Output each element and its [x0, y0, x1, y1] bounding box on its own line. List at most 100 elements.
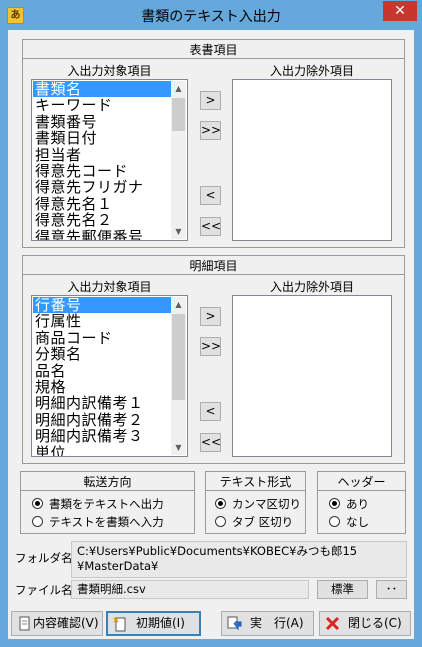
list-item[interactable]: 得意先名２	[33, 212, 171, 228]
text-format-title: テキスト形式	[219, 475, 292, 489]
detail-excluded-list[interactable]	[232, 295, 392, 457]
dialog-window: あ 書類のテキスト入出力 ✕ 表書項目 入出力対象項目 入出力除外項目 書類名キ…	[0, 0, 422, 647]
header-option-no[interactable]: なし	[329, 514, 369, 530]
header-items-group: 表書項目 入出力対象項目 入出力除外項目 書類名 キーワード 書類番号 書類日付 担当者…	[22, 39, 405, 248]
header-add-button[interactable]: >	[200, 91, 221, 110]
list-item[interactable]: 品名	[33, 363, 171, 379]
group-divider	[206, 490, 305, 491]
standard-button[interactable]: 標準	[317, 580, 368, 599]
header-included-items: 書類名 キーワード 書類番号 書類日付 担当者 得意先コード 得意先フリガナ 得意先名１ 得意先…	[33, 81, 171, 240]
direction-option-export[interactable]: 書類をテキストへ出力	[32, 496, 164, 512]
scroll-down-icon[interactable]: ▼	[171, 440, 186, 455]
format-option-comma[interactable]: カンマ区切り	[215, 496, 301, 512]
format-option-label: タブ 区切り	[232, 515, 294, 529]
direction-group: 転送方向 書類をテキストへ出力 テキストを書類へ入力	[20, 471, 195, 534]
list-item[interactable]: 書類日付	[33, 130, 171, 146]
new-document-icon	[113, 617, 126, 632]
header-items-title: 表書項目	[189, 43, 238, 57]
file-name-field[interactable]: 書類明細.csv	[71, 580, 309, 599]
header-excluded-label: 入出力除外項目	[269, 64, 354, 78]
radio-selected-icon[interactable]	[32, 498, 43, 509]
list-item[interactable]: 商品コード	[33, 330, 171, 346]
list-item[interactable]: 得意先郵便番号	[33, 229, 171, 240]
detail-add-button[interactable]: >	[200, 307, 221, 326]
list-item[interactable]: 分類名	[33, 346, 171, 362]
dialog-client: 表書項目 入出力対象項目 入出力除外項目 書類名 キーワード 書類番号 書類日付 担当者…	[8, 30, 414, 639]
browse-button[interactable]: ･･	[376, 580, 407, 599]
list-item[interactable]: 得意先フリガナ	[33, 179, 171, 195]
detail-items-title: 明細項目	[189, 259, 238, 273]
radio-icon[interactable]	[329, 516, 340, 527]
header-included-scrollbar[interactable]: ▲ ▼	[171, 81, 186, 239]
list-item[interactable]: 規格	[33, 379, 171, 395]
detail-included-list[interactable]: 行番号 行属性 商品コード 分類名 品名 規格 明細内訳備考１ 明細内訳備考２ 明細内訳備考３ 単…	[31, 295, 188, 457]
detail-included-label: 入出力対象項目	[67, 280, 152, 294]
list-item[interactable]: キーワード	[33, 97, 171, 113]
header-option-yes[interactable]: あり	[329, 496, 369, 512]
format-option-tab[interactable]: タブ 区切り	[215, 514, 293, 530]
direction-title: 転送方向	[83, 475, 132, 489]
folder-path-line-1: C:¥Users¥Public¥Documents¥KOBEC¥みつも郎15	[77, 544, 358, 558]
radio-selected-icon[interactable]	[215, 498, 226, 509]
list-item[interactable]: 行属性	[33, 313, 171, 329]
scroll-thumb[interactable]	[172, 314, 185, 400]
detail-items-group: 明細項目 入出力対象項目 入出力除外項目 行番号 行属性 商品コード 分類名 品名 規格明…	[22, 255, 405, 464]
scroll-up-icon[interactable]: ▲	[171, 297, 186, 312]
execute-label: 実 行(A)	[250, 616, 304, 630]
detail-remove-all-button[interactable]: <<	[200, 433, 221, 452]
window-title: 書類のテキスト入出力	[141, 9, 281, 25]
file-label: ファイル名:	[15, 583, 77, 597]
confirm-content-button[interactable]: 内容確認(V)	[11, 611, 103, 636]
detail-included-scrollbar[interactable]: ▲ ▼	[171, 297, 186, 455]
file-name-value: 書類明細.csv	[77, 582, 146, 596]
header-option-title: ヘッダー	[337, 475, 386, 489]
close-x-icon	[325, 616, 340, 631]
detail-included-items: 行番号 行属性 商品コード 分類名 品名 規格 明細内訳備考１ 明細内訳備考２ 明細内訳備考３ 単…	[33, 297, 171, 456]
scroll-down-icon[interactable]: ▼	[171, 224, 186, 239]
header-add-all-button[interactable]: >>	[200, 121, 221, 140]
list-item[interactable]: 得意先名１	[33, 196, 171, 212]
direction-option-label: 書類をテキストへ出力	[49, 497, 164, 511]
list-item[interactable]: 担当者	[33, 147, 171, 163]
header-remove-button[interactable]: <	[200, 186, 221, 205]
list-item[interactable]: 明細内訳備考２	[33, 412, 171, 428]
import-arrow-icon	[227, 616, 242, 631]
list-item[interactable]: 明細内訳備考３	[33, 428, 171, 444]
list-item[interactable]: 書類番号	[33, 114, 171, 130]
scroll-up-icon[interactable]: ▲	[171, 81, 186, 96]
execute-button[interactable]: 実 行(A)	[221, 611, 314, 636]
text-format-group: テキスト形式 カンマ区切り タブ 区切り	[205, 471, 306, 534]
format-option-label: カンマ区切り	[232, 497, 301, 511]
detail-add-all-button[interactable]: >>	[200, 337, 221, 356]
confirm-content-label: 内容確認(V)	[33, 616, 99, 630]
group-divider	[21, 490, 194, 491]
close-window-button[interactable]: ✕	[383, 1, 417, 21]
scroll-thumb[interactable]	[172, 98, 185, 131]
folder-label: フォルダ名:	[15, 551, 77, 565]
list-item[interactable]: 単位	[33, 445, 171, 456]
header-option-label: あり	[346, 497, 369, 511]
header-option-group: ヘッダー あり なし	[317, 471, 406, 534]
radio-selected-icon[interactable]	[329, 498, 340, 509]
title-bar[interactable]: あ 書類のテキスト入出力 ✕	[0, 0, 422, 30]
header-included-list[interactable]: 書類名 キーワード 書類番号 書類日付 担当者 得意先コード 得意先フリガナ 得意先名１ 得意先…	[31, 79, 188, 241]
folder-path-field[interactable]: C:¥Users¥Public¥Documents¥KOBEC¥みつも郎15 ¥…	[71, 541, 407, 578]
list-item[interactable]: 行番号	[33, 297, 171, 314]
radio-icon[interactable]	[32, 516, 43, 527]
header-excluded-list[interactable]	[232, 79, 392, 241]
group-divider	[23, 58, 404, 59]
header-remove-all-button[interactable]: <<	[200, 217, 221, 236]
close-label: 閉じる(C)	[348, 616, 402, 630]
close-button[interactable]: 閉じる(C)	[319, 611, 411, 636]
direction-option-label: テキストを書類へ入力	[49, 515, 164, 529]
list-item[interactable]: 書類名	[33, 81, 171, 98]
list-item[interactable]: 得意先コード	[33, 163, 171, 179]
radio-icon[interactable]	[215, 516, 226, 527]
detail-remove-button[interactable]: <	[200, 402, 221, 421]
initial-values-button[interactable]: 初期値(I)	[106, 611, 201, 636]
group-divider	[23, 274, 404, 275]
folder-path-line-2: ¥MasterData¥	[77, 559, 159, 573]
direction-option-import[interactable]: テキストを書類へ入力	[32, 514, 164, 530]
document-icon	[19, 616, 30, 631]
list-item[interactable]: 明細内訳備考１	[33, 395, 171, 411]
